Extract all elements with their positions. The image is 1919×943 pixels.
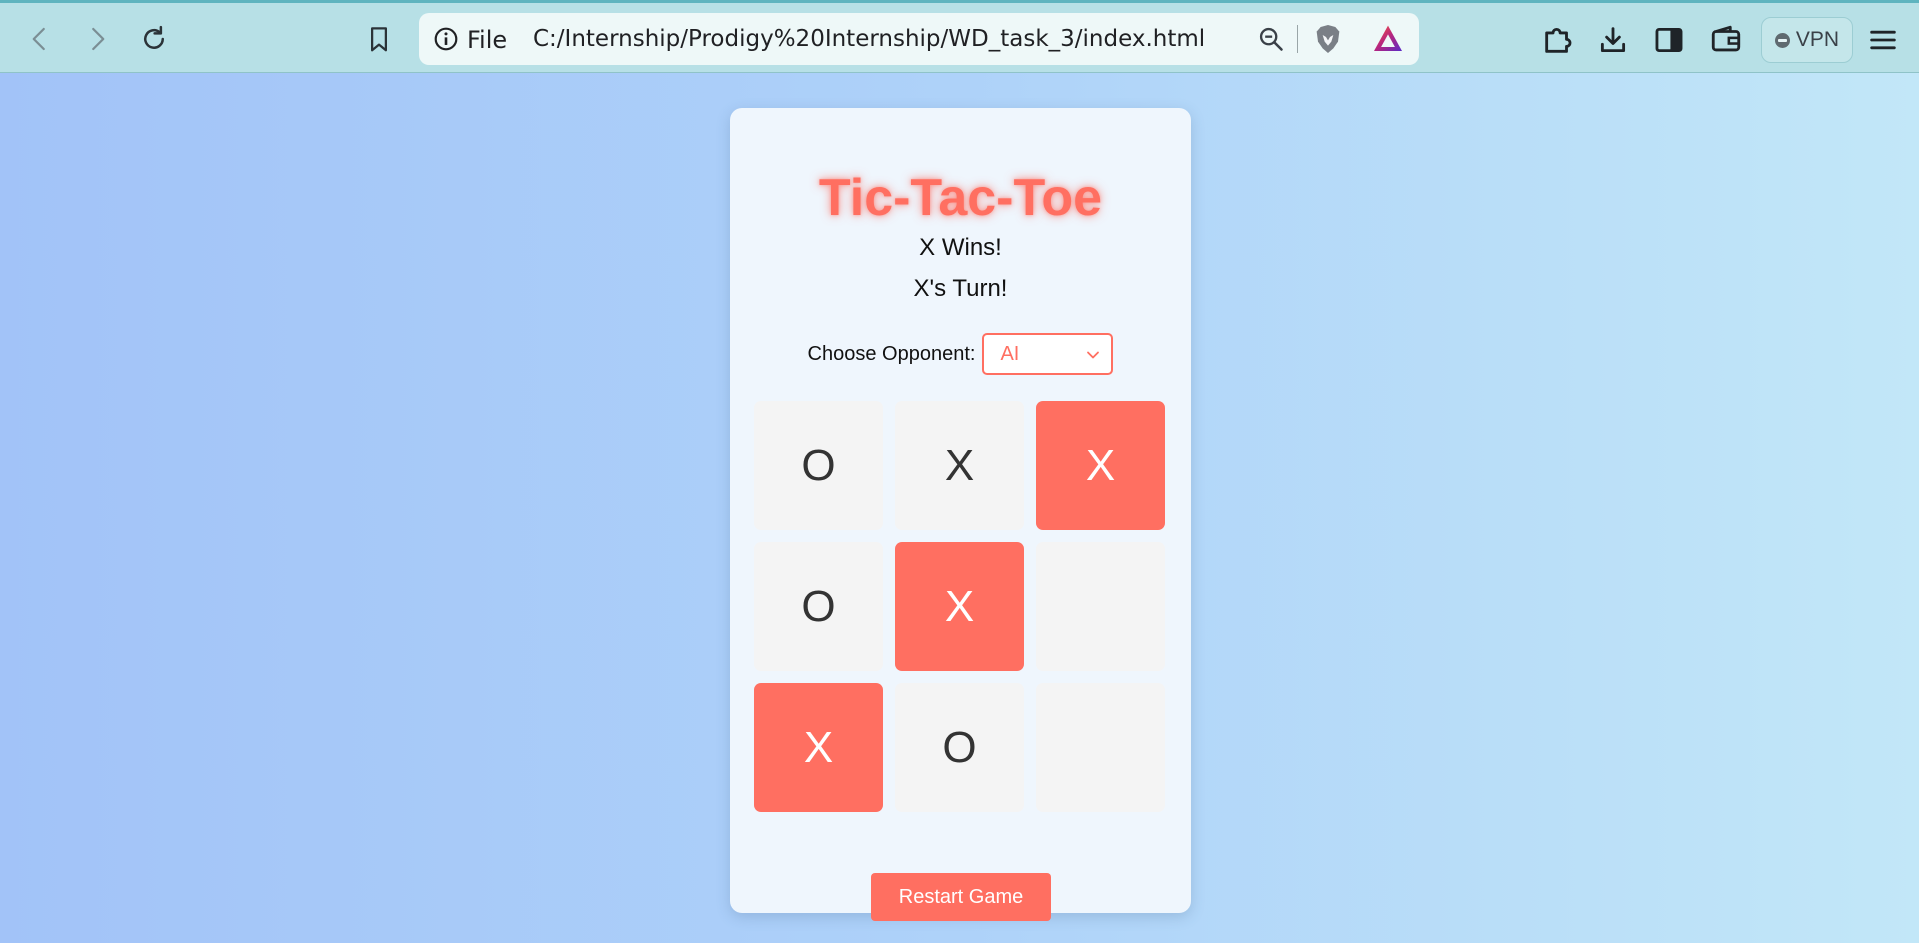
game-board: O X X O X X O	[754, 401, 1166, 813]
info-icon[interactable]	[433, 26, 459, 52]
brave-rewards-icon[interactable]	[1371, 23, 1405, 55]
opponent-selected-value: AI	[1000, 342, 1020, 365]
opponent-label: Choose Opponent:	[807, 342, 976, 365]
address-divider	[1297, 25, 1298, 53]
bookmark-icon	[371, 27, 387, 52]
result-message: X Wins!	[919, 234, 1002, 261]
board-cell-8[interactable]: O	[895, 683, 1024, 812]
board-cell-7[interactable]: X	[754, 683, 883, 812]
vpn-status-icon	[1774, 32, 1790, 48]
reload-button[interactable]	[134, 19, 174, 59]
browser-toolbar: File C:/Internship/Prodigy%20Internship/…	[0, 0, 1919, 73]
page-viewport: Tic-Tac-Toe X Wins! X's Turn! Choose Opp…	[0, 73, 1919, 943]
opponent-select[interactable]: AI	[982, 333, 1114, 375]
board-cell-1[interactable]: O	[754, 401, 883, 530]
back-button[interactable]	[20, 19, 60, 59]
zoom-icon[interactable]	[1257, 25, 1285, 53]
board-cell-2[interactable]: X	[895, 401, 1024, 530]
reload-icon	[144, 25, 164, 49]
vpn-button[interactable]: VPN	[1761, 17, 1853, 63]
board-cell-5[interactable]: X	[895, 542, 1024, 671]
board-cell-4[interactable]: O	[754, 542, 883, 671]
url-text[interactable]: C:/Internship/Prodigy%20Internship/WD_ta…	[533, 26, 1205, 52]
board-cell-6[interactable]	[1036, 542, 1165, 671]
opponent-selector: Choose Opponent: AI	[730, 333, 1191, 375]
bookmark-button[interactable]	[359, 19, 399, 59]
sidebar-icon[interactable]	[1652, 23, 1686, 57]
vpn-label: VPN	[1795, 28, 1840, 51]
turn-message: X's Turn!	[913, 275, 1008, 302]
brave-shields-icon[interactable]	[1312, 23, 1344, 55]
game-title: Tic-Tac-Toe	[818, 169, 1103, 227]
menu-icon[interactable]	[1866, 23, 1900, 57]
forward-button[interactable]	[77, 19, 117, 59]
forward-icon	[92, 27, 105, 51]
address-bar[interactable]: File C:/Internship/Prodigy%20Internship/…	[419, 13, 1419, 65]
board-cell-3[interactable]: X	[1036, 401, 1165, 530]
board-cell-9[interactable]	[1036, 683, 1165, 812]
download-icon[interactable]	[1596, 23, 1630, 57]
wallet-icon[interactable]	[1709, 23, 1743, 57]
restart-button[interactable]: Restart Game	[871, 873, 1051, 921]
game-container: Tic-Tac-Toe X Wins! X's Turn! Choose Opp…	[730, 108, 1191, 921]
chevron-down-icon	[1087, 351, 1100, 359]
address-scheme-label: File	[467, 26, 508, 54]
extensions-icon[interactable]	[1541, 23, 1575, 57]
back-icon	[32, 27, 45, 51]
